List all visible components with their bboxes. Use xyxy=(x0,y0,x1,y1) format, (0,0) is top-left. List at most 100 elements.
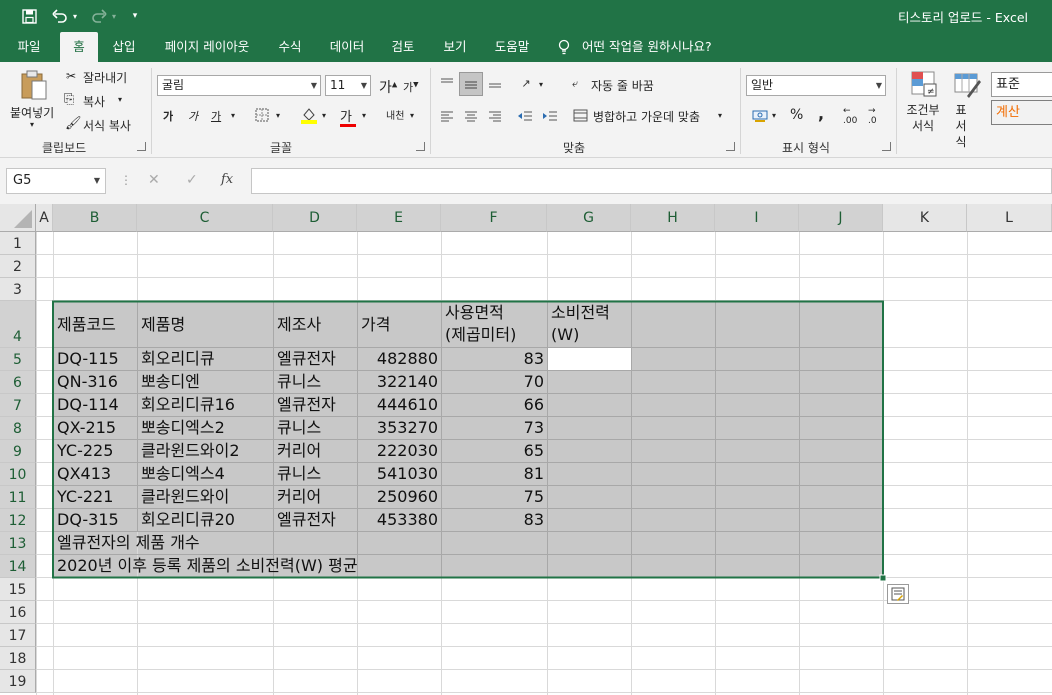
style-calculation[interactable]: 계산 xyxy=(991,100,1052,125)
font-launcher-icon[interactable] xyxy=(416,142,425,151)
increase-indent-icon[interactable] xyxy=(539,106,561,126)
table-cell[interactable]: 엘큐전자 xyxy=(277,348,336,370)
number-format-select[interactable]: 일반 ▼ xyxy=(746,75,886,96)
header-cell-price[interactable]: 가격 xyxy=(361,314,390,336)
accounting-format-icon[interactable] xyxy=(750,106,770,126)
name-box[interactable]: G5 ▼ xyxy=(6,168,106,194)
table-cell[interactable]: 83 xyxy=(441,348,547,370)
tab-insert[interactable]: 삽입 xyxy=(104,32,144,62)
tell-me-search[interactable]: 어떤 작업을 원하시나요? xyxy=(582,32,722,62)
table-cell[interactable]: DQ-315 xyxy=(57,509,119,531)
table-cell[interactable]: YC-225 xyxy=(57,440,113,462)
orientation-icon[interactable]: ↗ xyxy=(514,72,538,94)
table-cell[interactable]: 큐니스 xyxy=(277,417,321,439)
table-cell[interactable]: QX-215 xyxy=(57,417,116,439)
header-cell-area[interactable]: 사용면적 (제곱미터) xyxy=(445,302,516,346)
table-cell[interactable]: 회오리디큐20 xyxy=(141,509,235,531)
table-cell[interactable]: 222030 xyxy=(357,440,441,462)
format-as-table-icon[interactable] xyxy=(951,68,983,100)
copy-icon[interactable]: ⎘ xyxy=(64,92,74,107)
formula-input[interactable] xyxy=(251,168,1052,194)
table-cell[interactable]: 66 xyxy=(441,394,547,416)
header-cell-power[interactable]: 소비전력 (W) xyxy=(551,302,610,346)
shrink-font-button[interactable]: 가▼ xyxy=(403,79,419,95)
orientation-dropdown-icon[interactable]: ▾ xyxy=(539,80,543,89)
table-cell[interactable]: 81 xyxy=(441,463,547,485)
copy-button[interactable]: 복사 xyxy=(83,93,105,110)
merge-dropdown-icon[interactable]: ▾ xyxy=(718,111,722,120)
tab-formulas[interactable]: 수식 xyxy=(270,32,310,62)
align-center-icon[interactable] xyxy=(461,106,481,126)
redo-icon[interactable] xyxy=(87,6,111,26)
table-cell[interactable]: 뽀송디엑스4 xyxy=(141,463,225,485)
merge-center-icon[interactable] xyxy=(571,107,589,123)
accounting-dropdown-icon[interactable]: ▾ xyxy=(772,111,776,120)
table-cell[interactable]: 회오리디큐 xyxy=(141,348,215,370)
font-name-select[interactable]: 굴림 ▼ xyxy=(157,75,321,96)
header-cell-product-name[interactable]: 제품명 xyxy=(141,314,185,336)
table-cell[interactable]: 73 xyxy=(441,417,547,439)
redo-dropdown-icon[interactable]: ▾ xyxy=(110,6,118,26)
tab-page-layout[interactable]: 페이지 레이아웃 xyxy=(152,32,262,62)
table-cell[interactable]: YC-221 xyxy=(57,486,113,508)
align-top-icon[interactable] xyxy=(437,72,457,94)
undo-icon[interactable] xyxy=(48,6,72,26)
table-cell[interactable]: 322140 xyxy=(357,371,441,393)
wrap-text-icon[interactable]: ⤶ xyxy=(572,77,578,91)
table-cell[interactable]: QX413 xyxy=(57,463,111,485)
align-middle-icon[interactable] xyxy=(459,72,483,96)
tab-review[interactable]: 검토 xyxy=(382,32,424,62)
align-left-icon[interactable] xyxy=(437,106,457,126)
table-cell[interactable]: 회오리디큐16 xyxy=(141,394,235,416)
decrease-decimal-button[interactable]: → .0 xyxy=(868,106,877,126)
number-launcher-icon[interactable] xyxy=(882,142,891,151)
table-cell[interactable]: 65 xyxy=(441,440,547,462)
summary-cell-count[interactable]: 엘큐전자의 제품 개수 xyxy=(57,532,200,554)
table-cell[interactable]: 엘큐전자 xyxy=(277,394,336,416)
cancel-icon[interactable]: ✕ xyxy=(148,172,160,188)
underline-dropdown-icon[interactable]: ▾ xyxy=(231,111,235,120)
paste-dropdown-icon[interactable]: ▾ xyxy=(30,120,34,129)
insert-function-icon[interactable]: fx xyxy=(221,172,233,187)
table-cell[interactable]: 클라윈드와이2 xyxy=(141,440,240,462)
table-cell[interactable]: 482880 xyxy=(357,348,441,370)
decrease-indent-icon[interactable] xyxy=(514,106,536,126)
tab-view[interactable]: 보기 xyxy=(434,32,476,62)
font-size-select[interactable]: 11 ▼ xyxy=(325,75,371,96)
undo-dropdown-icon[interactable]: ▾ xyxy=(71,6,79,26)
table-cell[interactable]: 250960 xyxy=(357,486,441,508)
phonetic-dropdown-icon[interactable]: ▾ xyxy=(410,111,414,120)
underline-button[interactable]: 가 xyxy=(211,108,221,124)
cut-button[interactable]: 잘라내기 xyxy=(83,69,127,86)
bold-button[interactable]: 가 xyxy=(163,108,173,124)
font-color-dropdown-icon[interactable]: ▾ xyxy=(362,111,366,120)
table-cell[interactable]: QN-316 xyxy=(57,371,118,393)
clipboard-launcher-icon[interactable] xyxy=(137,142,146,151)
align-bottom-icon[interactable] xyxy=(485,72,505,94)
table-cell[interactable]: 엘큐전자 xyxy=(277,509,336,531)
wrap-text-button[interactable]: 자동 줄 바꿈 xyxy=(591,77,654,94)
cut-icon[interactable]: ✂ xyxy=(66,69,76,83)
save-icon[interactable] xyxy=(18,6,40,26)
format-painter-icon[interactable]: 🖌 xyxy=(65,116,82,131)
merge-center-button[interactable]: 병합하고 가운데 맞춤 xyxy=(593,108,700,125)
table-cell[interactable]: 83 xyxy=(441,509,547,531)
borders-icon[interactable] xyxy=(254,107,270,123)
tab-home[interactable]: 홈 xyxy=(60,32,98,62)
percent-style-button[interactable]: % xyxy=(790,107,803,123)
conditional-formatting-icon[interactable]: ≠ xyxy=(908,68,940,100)
paste-button[interactable]: 붙여넣기 xyxy=(10,104,54,121)
header-cell-product-code[interactable]: 제품코드 xyxy=(57,314,116,336)
table-cell[interactable]: 뽀송디엔 xyxy=(141,371,200,393)
table-cell[interactable]: 453380 xyxy=(357,509,441,531)
tab-help[interactable]: 도움말 xyxy=(484,32,540,62)
paste-icon[interactable] xyxy=(17,68,51,102)
tab-data[interactable]: 데이터 xyxy=(320,32,374,62)
table-cell[interactable]: 541030 xyxy=(357,463,441,485)
table-cell[interactable]: DQ-115 xyxy=(57,348,119,370)
borders-dropdown-icon[interactable]: ▾ xyxy=(276,111,280,120)
comma-style-button[interactable]: , xyxy=(818,104,824,123)
summary-cell-average[interactable]: 2020년 이후 등록 제품의 소비전력(W) 평균 xyxy=(57,555,358,577)
customize-quick-access-icon[interactable]: ▾ xyxy=(128,6,142,26)
table-cell[interactable]: 70 xyxy=(441,371,547,393)
